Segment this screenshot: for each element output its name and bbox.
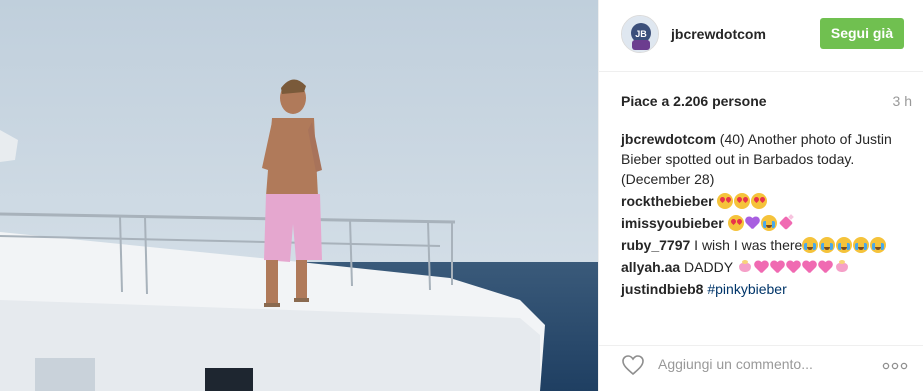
post-username[interactable]: jbcrewdotcom xyxy=(671,26,766,42)
crying-face-emoji xyxy=(760,215,777,231)
ribbon-emoji xyxy=(737,259,753,275)
comment-username[interactable]: imissyoubieber xyxy=(621,215,724,231)
likes-count[interactable]: Piace a 2.206 persone xyxy=(621,93,767,109)
svg-text:JB: JB xyxy=(635,29,647,39)
pink-heart-emoji xyxy=(754,260,769,275)
pink-heart-emoji xyxy=(818,260,833,275)
following-button[interactable]: Segui già xyxy=(820,18,904,49)
comment-username[interactable]: allyah.aa xyxy=(621,259,680,275)
heart-eyes-emoji xyxy=(751,193,768,209)
post-sidebar: JB jbcrewdotcom Segui già Piace a 2.206 … xyxy=(598,0,923,391)
heart-eyes-emoji xyxy=(717,193,734,209)
pink-heart-emoji xyxy=(786,260,801,275)
user-avatar[interactable]: JB xyxy=(621,15,659,53)
hashtag-link[interactable]: #pinkybieber xyxy=(707,281,786,297)
avatar-image: JB xyxy=(622,16,658,52)
ribbon-emoji xyxy=(834,259,850,275)
comment-input[interactable]: Aggiungi un commento... xyxy=(658,356,813,372)
comment: allyah.aa DADDY xyxy=(621,257,906,277)
comment-text: I wish I was there xyxy=(694,237,803,253)
purple-heart-emoji xyxy=(745,216,760,231)
sparkling-heart-emoji xyxy=(778,215,794,231)
comment: imissyoubieber xyxy=(621,213,906,233)
comment-username[interactable]: ruby_7797 xyxy=(621,237,690,253)
pink-heart-emoji xyxy=(770,260,785,275)
crying-face-emoji xyxy=(853,237,870,253)
comment-username[interactable]: rockthebieber xyxy=(621,193,714,209)
heart-eyes-emoji xyxy=(734,193,751,209)
comment-caption: jbcrewdotcom (40) Another photo of Justi… xyxy=(621,129,906,189)
comment: ruby_7797 I wish I was there xyxy=(621,235,906,255)
crying-face-emoji xyxy=(836,237,853,253)
post-header: JB jbcrewdotcom Segui già xyxy=(599,0,923,72)
post-photo[interactable] xyxy=(0,0,598,391)
comment-username[interactable]: justindbieb8 xyxy=(621,281,703,297)
photo-image xyxy=(0,0,598,391)
heart-outline-icon[interactable] xyxy=(621,354,645,376)
likes-row: Piace a 2.206 persone 3 h xyxy=(621,93,912,113)
comment-text: DADDY xyxy=(684,259,733,275)
comments-list: jbcrewdotcom (40) Another photo of Justi… xyxy=(621,129,906,301)
heart-eyes-emoji xyxy=(727,215,744,231)
crying-face-emoji xyxy=(802,237,819,253)
pink-heart-emoji xyxy=(802,260,817,275)
comment-username[interactable]: jbcrewdotcom xyxy=(621,131,716,147)
comment-bar: Aggiungi un commento... xyxy=(599,345,923,391)
crying-face-emoji xyxy=(819,237,836,253)
comment: rockthebieber xyxy=(621,191,906,211)
more-options-icon[interactable] xyxy=(881,359,909,371)
comment: justindbieb8 #pinkybieber xyxy=(621,279,906,299)
post-timestamp[interactable]: 3 h xyxy=(893,93,912,109)
crying-face-emoji xyxy=(870,237,887,253)
